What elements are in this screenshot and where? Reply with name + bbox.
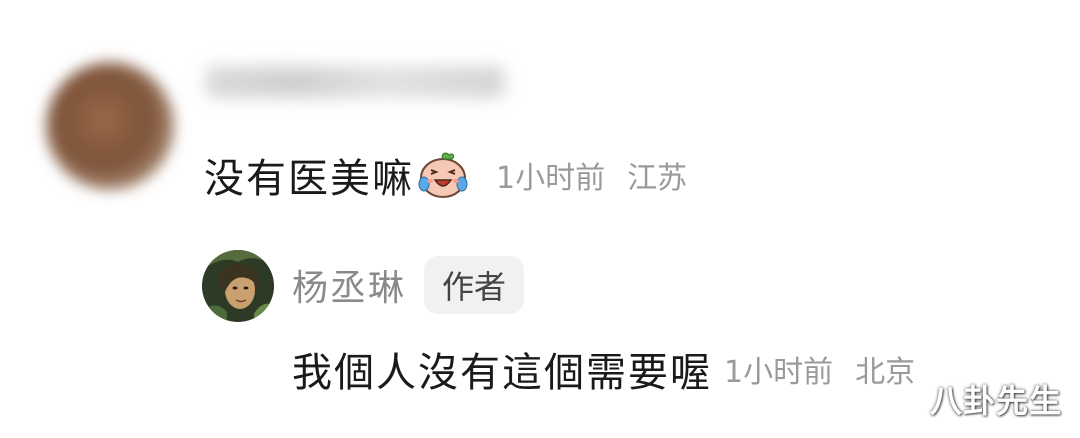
reply-row[interactable]: 我個人沒有這個需要喔 1小时前 北京	[292, 340, 915, 398]
watermark: 八卦先生	[929, 382, 1062, 420]
author-name[interactable]: 杨丞琳	[292, 259, 406, 311]
author-avatar[interactable]	[202, 250, 274, 322]
reply-header: 杨丞琳 作者	[292, 256, 525, 314]
author-badge: 作者	[424, 256, 525, 314]
reply-location: 北京	[855, 355, 916, 390]
commenter-name-blurred	[205, 66, 505, 98]
commenter-avatar[interactable]	[46, 62, 174, 190]
comment-thread: 没有医美嘛 1小时前 江苏 杨丞琳 作者 我個人沒有這個需要喔 1小时前 北京 …	[0, 0, 1080, 438]
reply-time: 1小时前	[724, 355, 834, 390]
comment-row[interactable]: 没有医美嘛 1小时前 江苏	[204, 146, 687, 204]
reply-text: 我個人沒有這個需要喔	[292, 350, 712, 396]
comment-time: 1小时前	[496, 161, 606, 196]
comment-text: 没有医美嘛	[204, 156, 414, 202]
crying-laughing-sticker-icon	[416, 150, 470, 200]
comment-location: 江苏	[627, 161, 688, 196]
